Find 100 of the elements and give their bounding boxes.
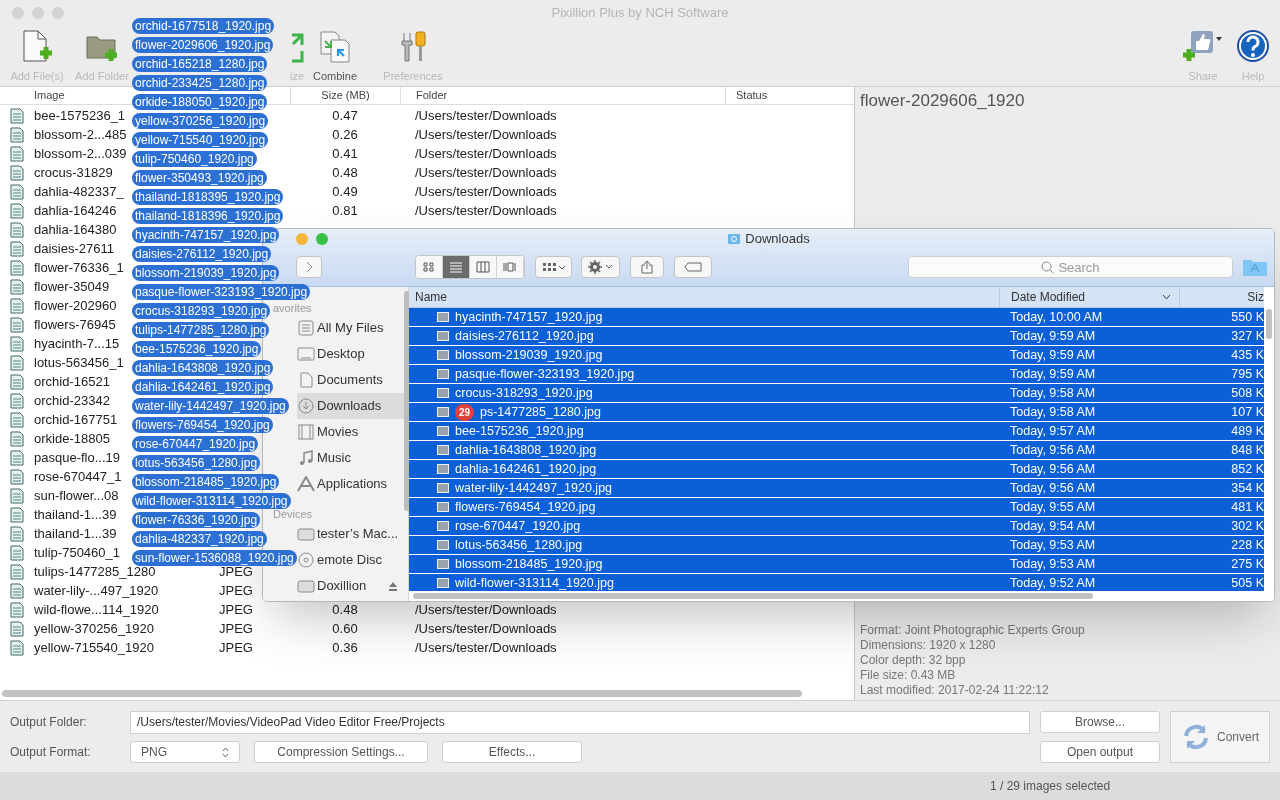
- column-header[interactable]: Name: [409, 288, 999, 306]
- dragged-file-label: flower-2029606_1920.jpg: [132, 36, 274, 53]
- column-header[interactable]: Folder: [400, 87, 725, 104]
- list-lines-icon: [449, 261, 463, 274]
- preview-title: flower-2029606_1920: [860, 90, 1026, 112]
- document-icon: [10, 582, 24, 599]
- image-info-text: Format: Joint Photographic Experts Group: [860, 623, 1086, 638]
- format-select[interactable]: PNG: [130, 741, 240, 763]
- column-header[interactable]: Date Modified: [999, 286, 1179, 308]
- close-window-button[interactable]: [12, 6, 24, 19]
- arrange-button[interactable]: [535, 256, 572, 279]
- file-name-cell: orchid-16521: [34, 373, 110, 389]
- file-row[interactable]: water-lily-1442497_1920.jpg Today, 9:56 AM 354 K: [409, 479, 1264, 498]
- open-output-button[interactable]: Open output: [1040, 741, 1160, 763]
- status-text: 1 / 29 images selected: [990, 778, 1111, 795]
- file-name-cell: tulip-750460_1: [34, 544, 121, 560]
- document-icon: [10, 620, 24, 637]
- sidebar-item[interactable]: Desktop: [297, 341, 405, 367]
- column-header[interactable]: Image: [34, 89, 65, 102]
- sidebar-item[interactable]: tester’s Mac...: [297, 521, 405, 547]
- effects-button[interactable]: Effects...: [442, 741, 582, 763]
- file-name-cell: crocus-31829: [34, 164, 113, 180]
- sidebar-item[interactable]: All My Files: [297, 315, 405, 341]
- file-size-cell: 0.41: [332, 145, 358, 161]
- file-name-cell: thailand-1...39: [34, 525, 117, 541]
- sidebar-item[interactable]: Music: [297, 445, 405, 471]
- folder-path-cell: /Users/tester/Downloads: [415, 107, 557, 123]
- file-name-cell: dahlia-164380: [34, 221, 117, 237]
- file-row[interactable]: bee-1575236_1920.jpg Today, 9:57 AM 489 K: [409, 422, 1264, 441]
- document-icon: [10, 487, 24, 504]
- column-header[interactable]: Status: [725, 87, 768, 104]
- file-size-cell: 0.60: [332, 620, 358, 636]
- music-note-icon: [297, 450, 315, 466]
- folder-path-cell: /Users/tester/Downloads: [415, 126, 557, 142]
- image-info-text: File size: 0.43 MB: [860, 668, 957, 683]
- file-name-cell: wild-flowe...114_1920: [34, 601, 159, 617]
- convert-button[interactable]: Convert: [1170, 711, 1270, 763]
- file-size-cell: 0.36: [332, 639, 358, 655]
- download-icon: [297, 398, 315, 414]
- tag-button[interactable]: [674, 256, 712, 279]
- share-button[interactable]: [630, 256, 664, 279]
- sidebar-item[interactable]: Downloads: [297, 393, 405, 419]
- document-icon: [10, 259, 24, 276]
- file-row[interactable]: crocus-318293_1920.jpg Today, 9:58 AM 508 K: [409, 384, 1264, 403]
- file-row[interactable]: lotus-563456_1280.jpg Today, 9:53 AM 228 K: [409, 536, 1264, 555]
- file-row[interactable]: 29 ps-1477285_1280.jpg Today, 9:58 AM 107 K: [409, 403, 1264, 422]
- document-icon: [10, 563, 24, 580]
- sidebar-item[interactable]: Documents: [297, 367, 405, 393]
- grid-caret-icon: [541, 262, 566, 273]
- dragged-file-label: orchid-233425_1280.jpg: [132, 74, 268, 91]
- sidebar-item[interactable]: emote Disc: [297, 547, 405, 573]
- file-name-cell: hyacinth-7...15: [34, 335, 120, 351]
- toolbar-button[interactable]: Combine: [306, 29, 364, 85]
- vertical-scrollbar[interactable]: [1264, 287, 1274, 591]
- minimize-window-button[interactable]: [296, 233, 308, 245]
- file-row[interactable]: hyacinth-747157_1920.jpg Today, 10:00 AM 550 K: [409, 308, 1264, 327]
- photo-thumbnail: [437, 502, 449, 512]
- sidebar-section-header: Devices: [273, 508, 313, 521]
- document-icon: [10, 392, 24, 409]
- zoom-window-button[interactable]: [316, 233, 328, 245]
- compression-settings-button[interactable]: Compression Settings...: [254, 741, 428, 763]
- browse-button[interactable]: Browse...: [1040, 711, 1160, 733]
- file-name-cell: flower-202960: [34, 297, 117, 313]
- horizontal-scrollbar[interactable]: [409, 591, 1274, 601]
- file-name-cell: daisies-27611: [34, 240, 114, 256]
- minimize-window-button[interactable]: [32, 6, 44, 19]
- file-row[interactable]: dahlia-1642461_1920.jpg Today, 9:56 AM 852 K: [409, 460, 1264, 479]
- file-size-cell: 0.48: [332, 164, 358, 180]
- file-row[interactable]: rose-670447_1920.jpg Today, 9:54 AM 302 K: [409, 517, 1264, 536]
- file-row[interactable]: blossom-219039_1920.jpg Today, 9:59 AM 435 K: [409, 346, 1264, 365]
- zoom-window-button[interactable]: [52, 6, 64, 19]
- file-row[interactable]: blossom-218485_1920.jpg Today, 9:53 AM 275 K: [409, 555, 1264, 574]
- folder-icon: [1242, 257, 1268, 278]
- file-row[interactable]: flowers-769454_1920.jpg Today, 9:55 AM 481 K: [409, 498, 1264, 517]
- view-mode-button[interactable]: [443, 256, 470, 279]
- file-row[interactable]: dahlia-1643808_1920.jpg Today, 9:56 AM 848 K: [409, 441, 1264, 460]
- count-badge: 29: [455, 403, 474, 421]
- share-icon: [641, 260, 653, 275]
- sidebar-item[interactable]: Doxillion: [297, 573, 405, 599]
- sidebar-item[interactable]: Applications: [297, 471, 405, 497]
- file-name-cell: flowers-76945: [34, 316, 116, 332]
- gear-caret-icon: [587, 260, 614, 275]
- output-folder-field[interactable]: /Users/tester/Movies/VideoPad Video Editor Free/Projects: [130, 710, 1030, 734]
- view-mode-button[interactable]: [416, 256, 443, 279]
- photo-thumbnail: [437, 331, 449, 341]
- forward-button[interactable]: [296, 256, 322, 279]
- file-row[interactable]: daisies-276112_1920.jpg Today, 9:59 AM 327 K: [409, 327, 1264, 346]
- document-icon: [10, 240, 24, 257]
- document-icon: [10, 145, 24, 162]
- action-button[interactable]: [581, 256, 620, 279]
- folder-icon: [727, 232, 742, 245]
- view-mode-control[interactable]: [415, 255, 525, 280]
- file-name-cell: blossom-2...039: [34, 145, 127, 161]
- file-name-cell: bee-1575236_1: [34, 107, 126, 123]
- eject-icon[interactable]: [388, 581, 399, 591]
- photo-thumbnail: [437, 426, 449, 436]
- file-row[interactable]: pasque-flower-323193_1920.jpg Today, 9:59 AM 795 K: [409, 365, 1264, 384]
- field-label: Output Format:: [10, 744, 92, 761]
- column-header[interactable]: Size (MB): [290, 87, 400, 104]
- sidebar-item[interactable]: Movies: [297, 419, 405, 445]
